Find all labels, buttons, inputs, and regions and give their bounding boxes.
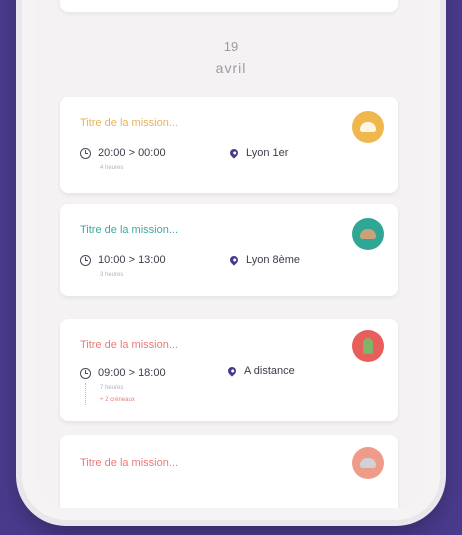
mission-list-screen: 19 avril Titre de la mission... 20:00 > …: [36, 0, 426, 508]
clock-icon: [80, 254, 91, 266]
location-pin-icon: [228, 147, 240, 159]
mission-card[interactable]: Titre de la mission... 20:00 > 00:00 4 h…: [60, 97, 398, 193]
mission-location: A distance: [226, 365, 295, 377]
previous-mission-card[interactable]: [60, 0, 398, 12]
mission-card[interactable]: Titre de la mission...: [60, 435, 398, 508]
mission-avatar: [352, 111, 384, 143]
mission-title: Titre de la mission...: [80, 457, 179, 469]
mission-schedule: 20:00 > 00:00: [80, 147, 166, 159]
date-day: 19: [223, 39, 239, 54]
cloud-icon: [360, 122, 376, 132]
extra-slots-link[interactable]: + 2 créneaux: [100, 397, 135, 403]
mission-location-label: Lyon 1er: [246, 147, 289, 159]
mission-card[interactable]: Titre de la mission... 09:00 > 18:00 7 h…: [60, 319, 398, 421]
clock-icon: [80, 147, 91, 159]
mission-duration: 4 heures: [100, 165, 124, 171]
timeline-dots: [85, 383, 86, 405]
phone-frame: 19 avril Titre de la mission... 20:00 > …: [22, 0, 440, 520]
mission-time: 09:00 > 18:00: [98, 367, 166, 379]
mission-card[interactable]: Titre de la mission... 10:00 > 13:00 3 h…: [60, 204, 398, 296]
mission-location: Lyon 8ème: [228, 254, 301, 266]
glasses-icon: [360, 458, 376, 468]
mission-avatar: [352, 447, 384, 479]
mission-title: Titre de la mission...: [80, 117, 179, 129]
clock-icon: [80, 367, 91, 379]
mission-duration: 3 heures: [100, 272, 124, 278]
mission-location-label: A distance: [244, 365, 295, 377]
mission-avatar: [352, 330, 384, 362]
location-pin-icon: [228, 254, 240, 266]
date-month: avril: [215, 60, 247, 76]
mission-time: 20:00 > 00:00: [98, 147, 166, 159]
mission-location: Lyon 1er: [228, 147, 289, 159]
mission-duration: 7 heures: [100, 385, 124, 391]
mission-avatar: [352, 218, 384, 250]
mission-schedule: 09:00 > 18:00: [80, 367, 166, 379]
mission-title: Titre de la mission...: [80, 339, 179, 351]
mission-time: 10:00 > 13:00: [98, 254, 166, 266]
location-pin-icon: [226, 365, 238, 377]
mission-location-label: Lyon 8ème: [246, 254, 301, 266]
box-icon: [360, 229, 376, 239]
gift-icon: [363, 338, 373, 354]
mission-title: Titre de la mission...: [80, 224, 179, 236]
mission-schedule: 10:00 > 13:00: [80, 254, 166, 266]
